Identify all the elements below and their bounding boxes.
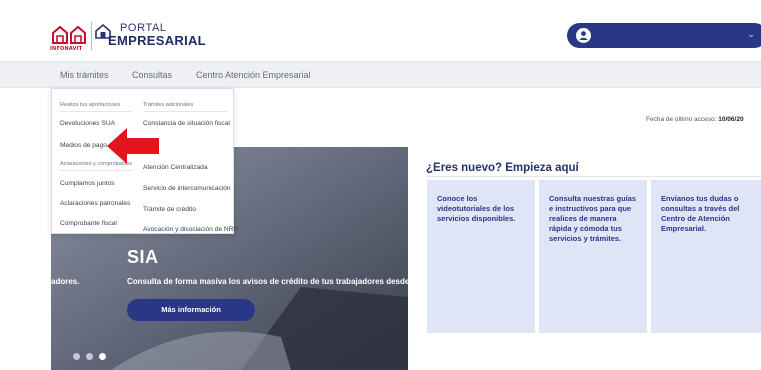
chevron-down-icon: ⌄ <box>747 29 755 39</box>
card-text: Consulta nuestras guías e instructivos p… <box>549 194 637 243</box>
last-access-date: 10/06/20 <box>718 116 744 123</box>
card-videotutoriales[interactable]: Conoce los videotutoriales de los servic… <box>427 180 535 333</box>
menu-item-aclaraciones-patronales[interactable]: Aclaraciones patronales <box>60 200 130 207</box>
nav-item-consultas[interactable]: Consultas <box>132 70 172 80</box>
menu-item-cumplamos-juntos[interactable]: Cumplamos juntos <box>60 180 115 187</box>
dropdown-header-aportaciones: Realiza tus aportaciones <box>60 102 121 108</box>
logo-divider <box>91 22 92 50</box>
logo-caption: INFONAVIT <box>50 46 83 52</box>
carousel-dot[interactable] <box>73 353 80 360</box>
hero-description: Consulta de forma masiva los avisos de c… <box>127 277 408 286</box>
portal-title-bottom: EMPRESARIAL <box>108 33 206 48</box>
user-icon <box>576 28 591 43</box>
menu-item-tramite-credito[interactable]: Trámite de crédito <box>143 206 196 213</box>
user-menu-button[interactable]: ⌄ <box>567 23 761 48</box>
dropdown-divider <box>60 170 132 171</box>
dropdown-divider <box>143 111 227 112</box>
dropdown-divider <box>60 111 132 112</box>
card-centro-atencion[interactable]: Envíanos tus dudas o consultas a través … <box>651 180 761 333</box>
dropdown-header-tramites-adicionales: Trámites adicionales <box>143 102 194 108</box>
infonavit-logo-icon[interactable] <box>52 24 86 44</box>
last-access: Fecha de último acceso: 10/06/20 <box>646 116 744 123</box>
getting-started-panel: ¿Eres nuevo? Empieza aquí Conoce los vid… <box>418 150 761 370</box>
carousel-dots <box>73 347 112 365</box>
card-guias-instructivos[interactable]: Consulta nuestras guías e instructivos p… <box>539 180 647 333</box>
nav-item-centro-atencion[interactable]: Centro Atención Empresarial <box>196 70 311 80</box>
menu-item-comprobante-fiscal[interactable]: Comprobante fiscal <box>60 220 117 227</box>
hero-previous-slide-text: adores. <box>51 277 80 286</box>
hero-title: SIA <box>127 247 159 267</box>
carousel-dot-active[interactable] <box>99 353 106 360</box>
browser-window: INFONAVIT PORTAL EMPRESARIAL ⌄ Mis trámi… <box>0 0 761 370</box>
menu-item-avocacion-nrp[interactable]: Avocación y disociación de NRP <box>143 226 238 233</box>
getting-started-title: ¿Eres nuevo? Empieza aquí <box>426 162 579 174</box>
more-info-button[interactable]: Más información <box>127 299 255 321</box>
card-text: Envíanos tus dudas o consultas a través … <box>661 194 740 233</box>
carousel-dot[interactable] <box>86 353 93 360</box>
menu-item-servicio-intercomunicacion[interactable]: Servicio de intercomunicación <box>143 185 231 192</box>
red-arrow-icon <box>107 128 159 164</box>
card-text: Conoce los videotutoriales de los servic… <box>437 194 516 223</box>
last-access-label: Fecha de último acceso: <box>646 116 717 123</box>
site-header: INFONAVIT PORTAL EMPRESARIAL ⌄ <box>0 0 761 62</box>
menu-item-medios-de-pago[interactable]: Medios de pago <box>60 142 107 149</box>
menu-item-atencion-centralizada[interactable]: Atención Centralizada <box>143 164 208 171</box>
nav-item-mis-tramites[interactable]: Mis trámites <box>60 70 109 80</box>
main-nav: Mis trámites Consultas Centro Atención E… <box>0 62 761 88</box>
panel-divider <box>426 176 761 177</box>
